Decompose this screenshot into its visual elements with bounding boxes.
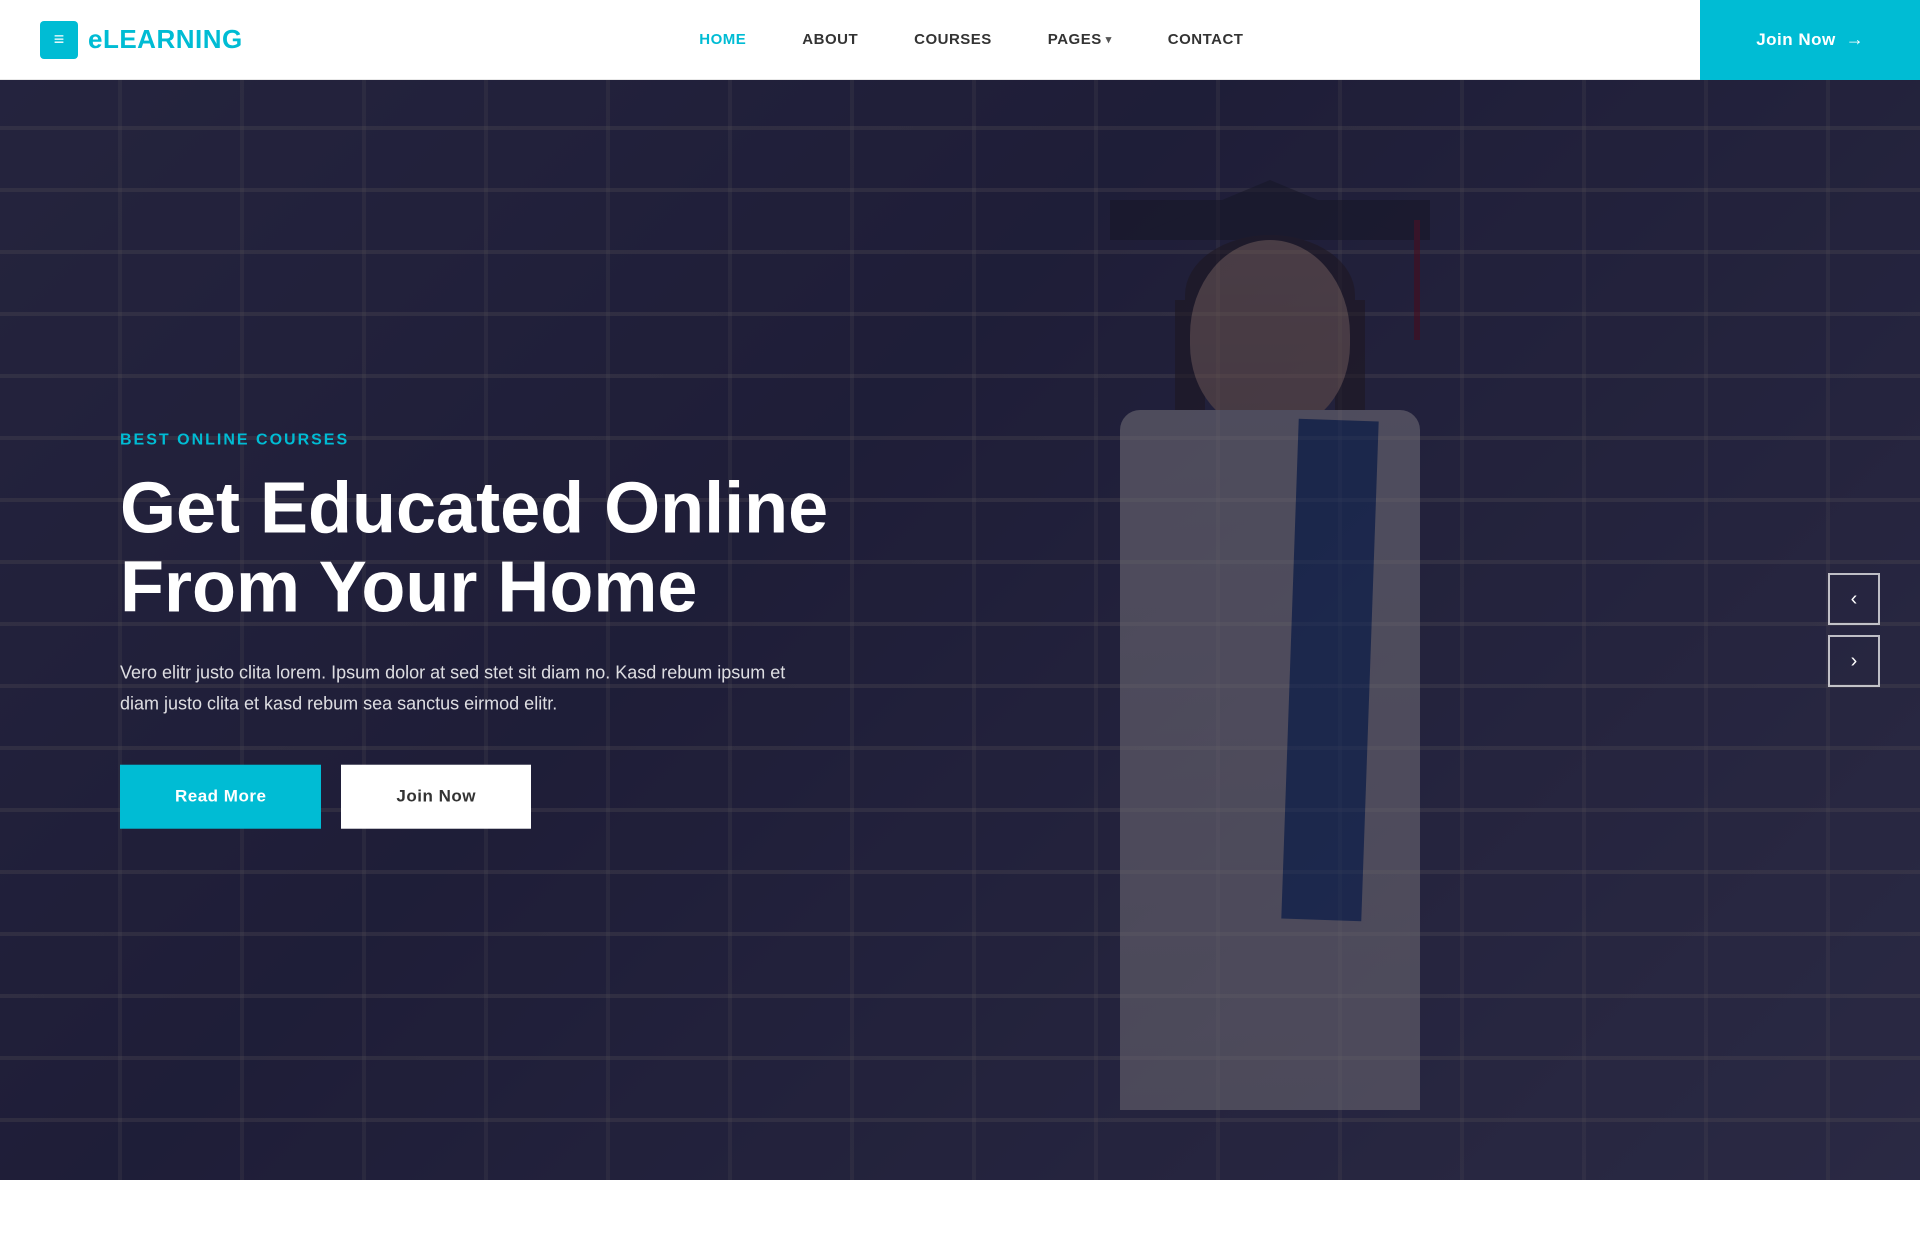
nav-links: HOME ABOUT COURSES PAGES ▾ CONTACT bbox=[671, 0, 1271, 80]
hero-section: BEST ONLINE COURSES Get Educated Online … bbox=[0, 80, 1920, 1180]
nav-item-courses[interactable]: COURSES bbox=[886, 0, 1020, 80]
nav-link-about: ABOUT bbox=[802, 31, 858, 48]
navbar-join-button[interactable]: Join Now → bbox=[1700, 0, 1920, 80]
slider-next-button[interactable]: › bbox=[1828, 635, 1880, 687]
read-more-button[interactable]: Read More bbox=[120, 764, 321, 828]
brand-name: eLEARNING bbox=[88, 24, 243, 55]
nav-item-pages[interactable]: PAGES ▾ bbox=[1020, 0, 1140, 80]
brand-icon: ≡ bbox=[40, 21, 78, 59]
chevron-down-icon: ▾ bbox=[1106, 33, 1112, 46]
nav-link-courses: COURSES bbox=[914, 31, 992, 48]
hero-title-line2: From Your Home bbox=[120, 548, 697, 628]
slider-prev-button[interactable]: ‹ bbox=[1828, 573, 1880, 625]
nav-link-contact: CONTACT bbox=[1168, 31, 1244, 48]
brand-logo[interactable]: ≡ eLEARNING bbox=[0, 21, 243, 59]
nav-item-about[interactable]: ABOUT bbox=[774, 0, 886, 80]
navbar: ≡ eLEARNING HOME ABOUT COURSES PAGES ▾ C… bbox=[0, 0, 1920, 80]
hero-title-line1: Get Educated Online bbox=[120, 469, 828, 549]
navbar-join-arrow: → bbox=[1846, 29, 1864, 50]
nav-item-contact[interactable]: CONTACT bbox=[1140, 0, 1272, 80]
join-now-button[interactable]: Join Now bbox=[341, 764, 531, 828]
hero-content: BEST ONLINE COURSES Get Educated Online … bbox=[120, 432, 828, 829]
hero-buttons: Read More Join Now bbox=[120, 764, 828, 828]
hero-description: Vero elitr justo clita lorem. Ipsum dolo… bbox=[120, 658, 800, 719]
slider-arrows: ‹ › bbox=[1828, 573, 1880, 687]
hero-subtitle: BEST ONLINE COURSES bbox=[120, 432, 828, 450]
nav-link-pages: PAGES ▾ bbox=[1048, 31, 1112, 48]
navbar-join-label: Join Now bbox=[1756, 30, 1836, 50]
nav-link-home: HOME bbox=[699, 31, 746, 48]
nav-item-home[interactable]: HOME bbox=[671, 0, 774, 80]
hero-title: Get Educated Online From Your Home bbox=[120, 470, 828, 628]
